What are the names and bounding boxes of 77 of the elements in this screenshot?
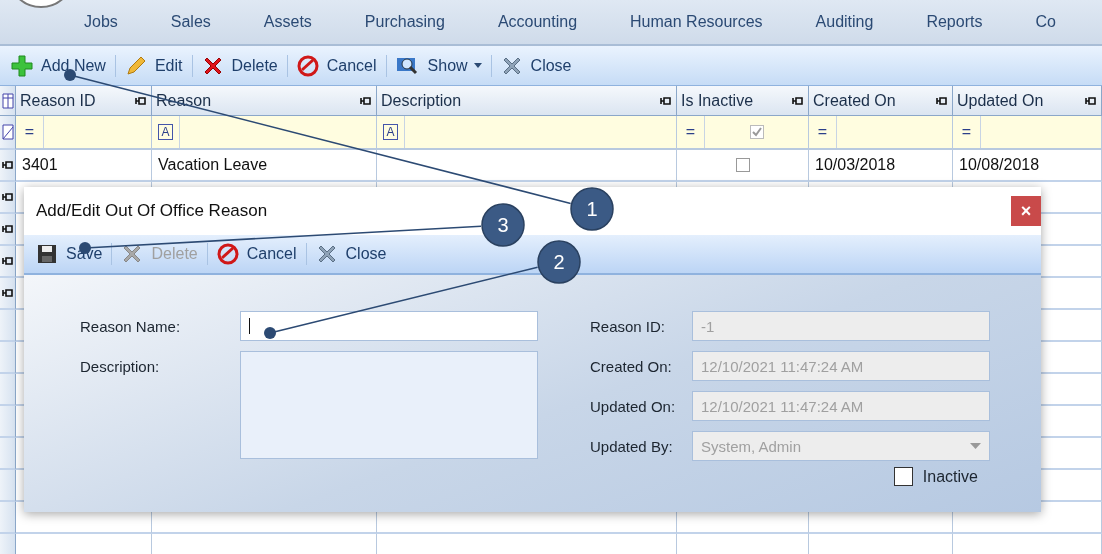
add-button[interactable]: Add New — [5, 52, 112, 79]
menu-item[interactable]: Purchasing — [364, 13, 445, 31]
close-button[interactable]: Close — [494, 52, 578, 79]
callout-marker: 1 — [570, 187, 614, 231]
row-header[interactable] — [0, 214, 16, 246]
row-header[interactable] — [0, 182, 16, 214]
table-cell: Vacation Leave — [152, 150, 377, 182]
pin-icon[interactable] — [936, 95, 948, 106]
description-field[interactable] — [240, 351, 538, 459]
field-label: Updated By: — [590, 437, 674, 457]
column-header[interactable]: Is Inactive — [677, 86, 809, 116]
close-button[interactable]: Close — [309, 241, 393, 267]
filter-cell[interactable]: = — [953, 116, 1102, 150]
text-cursor — [249, 318, 250, 334]
filter-operator[interactable]: A — [383, 124, 398, 140]
menu-item[interactable]: Sales — [170, 13, 211, 31]
close-button[interactable]: × — [1011, 196, 1041, 226]
pin-icon[interactable] — [660, 95, 672, 106]
prohibited-icon — [216, 243, 239, 265]
pin-icon[interactable] — [1, 224, 14, 234]
field-label: Description: — [80, 357, 161, 377]
column-header[interactable]: Description — [377, 86, 677, 116]
field-label: Updated On: — [590, 397, 677, 417]
menu-item[interactable]: Accounting — [497, 13, 578, 31]
filter-cell[interactable]: = — [677, 116, 809, 150]
table-cell: 10/08/2018 — [953, 150, 1102, 182]
filter-operator[interactable]: = — [685, 123, 696, 141]
table-cell: 3401 — [16, 150, 152, 182]
column-chooser-icon[interactable] — [1, 92, 14, 109]
pencil-icon — [124, 54, 147, 77]
table-cell: 10/03/2018 — [809, 150, 953, 182]
pin-icon[interactable] — [1, 288, 14, 298]
filter-cell[interactable]: = — [809, 116, 953, 150]
filter-operator[interactable]: A — [158, 124, 173, 140]
filter-cell[interactable]: = — [16, 116, 152, 150]
menu-item[interactable]: Jobs — [84, 13, 118, 31]
callout-marker: 3 — [481, 203, 525, 247]
filter-operator[interactable]: = — [961, 123, 972, 141]
delete-button[interactable]: Delete — [195, 52, 284, 79]
pin-icon[interactable] — [360, 95, 372, 106]
filter-operator[interactable]: = — [24, 123, 35, 141]
plus-icon — [11, 54, 33, 77]
pin-icon[interactable] — [1, 192, 14, 202]
caret-icon — [473, 63, 482, 68]
field-label: Reason Name: — [80, 317, 182, 337]
filter-operator[interactable]: = — [817, 123, 828, 141]
pin-icon[interactable] — [1, 256, 14, 266]
pin-icon[interactable] — [1085, 95, 1097, 106]
pin-icon[interactable] — [135, 95, 147, 106]
menu-item[interactable]: Co — [1035, 13, 1056, 31]
menu-item[interactable]: Assets — [263, 13, 312, 31]
pin-icon[interactable] — [1, 160, 14, 170]
cancel-button[interactable]: Cancel — [290, 52, 383, 79]
menu-item[interactable]: Human Resources — [630, 13, 763, 31]
menu-item[interactable]: Auditing — [815, 13, 874, 31]
pin-icon[interactable] — [792, 95, 804, 106]
caret-icon — [970, 443, 981, 449]
prohibited-icon — [296, 54, 319, 77]
row-header[interactable] — [0, 246, 16, 278]
checkbox-label: Inactive — [922, 467, 978, 486]
filter-cell[interactable]: A — [377, 116, 677, 150]
filter-checkbox[interactable] — [749, 125, 764, 139]
cancel-button[interactable]: Cancel — [210, 241, 303, 267]
field-label: Reason ID: — [590, 317, 667, 337]
field-label: Created On: — [590, 357, 673, 377]
text-field[interactable] — [240, 311, 538, 341]
row-header[interactable] — [0, 278, 16, 310]
filter-clear-icon[interactable] — [1, 124, 14, 140]
edit-button[interactable]: Edit — [118, 52, 189, 79]
dialog-title: Add/Edit Out Of Office Reason — [36, 201, 268, 221]
filter-cell[interactable]: A — [152, 116, 377, 150]
column-header[interactable]: Created On — [809, 86, 953, 116]
callout-marker: 2 — [537, 240, 581, 284]
column-header[interactable]: Updated On — [953, 86, 1102, 116]
column-header[interactable]: Reason ID — [16, 86, 152, 116]
menu-item[interactable]: Reports — [926, 13, 983, 31]
show-button[interactable]: Show — [389, 52, 488, 79]
